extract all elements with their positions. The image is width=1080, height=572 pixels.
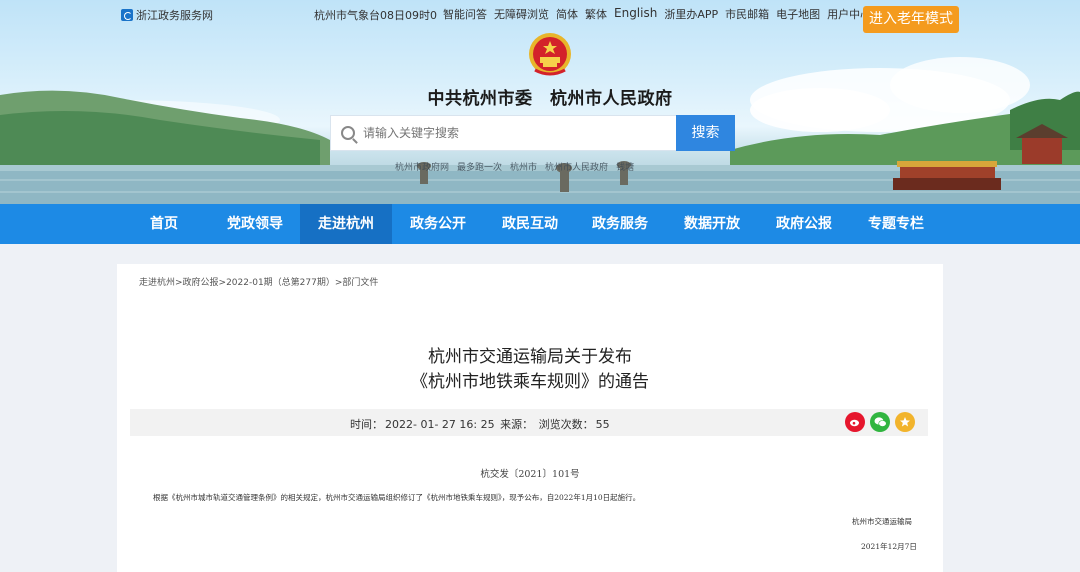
time-value: 2022- 01- 27 16: 25	[385, 418, 495, 431]
source-label: 来源：	[500, 418, 534, 431]
top-link-map[interactable]: 电子地图	[776, 6, 820, 22]
signing-organization: 杭州市交通运输局	[852, 517, 912, 526]
nav-gov-gazette[interactable]: 政府公报	[760, 204, 848, 244]
search-input[interactable]	[363, 126, 653, 140]
share-wechat-icon[interactable]	[870, 412, 890, 432]
hot-word[interactable]: 杭州市政府网	[395, 160, 449, 173]
national-emblem-icon	[529, 33, 571, 76]
views-value: 55	[595, 418, 610, 431]
elder-mode-button[interactable]: 进入老年模式	[863, 6, 959, 33]
top-link-traditional[interactable]: 繁体	[585, 6, 607, 22]
favorite-star-icon[interactable]	[895, 412, 915, 432]
top-link-mail[interactable]: 市民邮箱	[725, 6, 769, 22]
breadcrumb[interactable]: 走进杭州>政府公报>2022-01期（总第277期）>部门文件	[139, 275, 378, 288]
nav-gov-disclosure[interactable]: 政务公开	[394, 204, 482, 244]
zhejiang-logo-icon	[121, 9, 133, 21]
time-label: 时间：	[350, 418, 383, 431]
hot-word[interactable]: 钱塘	[616, 160, 634, 173]
article-body: 根据《杭州市城市轨道交通管理条例》的相关规定，杭州市交通运输局组织修订了《杭州市…	[153, 493, 641, 502]
top-link-accessibility[interactable]: 无障碍浏览	[494, 6, 549, 22]
document-number: 杭交发〔2021〕101号	[480, 469, 580, 480]
search-box	[330, 115, 677, 151]
government-title: 中共杭州市委 杭州市人民政府	[427, 89, 673, 109]
hot-word[interactable]: 最多跑一次	[457, 160, 502, 173]
top-link-simplified[interactable]: 简体	[556, 6, 578, 22]
views-label: 浏览次数：	[538, 418, 594, 431]
search-icon	[341, 126, 355, 140]
weather-ticker[interactable]: 杭州市气象台08日09时0	[314, 7, 438, 23]
hot-word[interactable]: 杭州市	[510, 160, 537, 173]
article-title-line1: 杭州市交通运输局关于发布	[428, 347, 632, 367]
nav-open-data[interactable]: 数据开放	[668, 204, 756, 244]
zhejiang-service-link[interactable]: 浙江政务服务网	[121, 7, 213, 23]
nav-home[interactable]: 首页	[126, 204, 202, 244]
top-links: 智能问答 无障碍浏览 简体 繁体 English 浙里办APP 市民邮箱 电子地…	[443, 6, 878, 22]
nav-gov-services[interactable]: 政务服务	[576, 204, 664, 244]
site-link-label: 浙江政务服务网	[136, 9, 213, 22]
search-button[interactable]: 搜索	[676, 115, 735, 151]
nav-about-hangzhou[interactable]: 走进杭州	[300, 204, 392, 244]
article-meta-info: 时间： 2022- 01- 27 16: 25 来源： 浏览次数： 55	[350, 416, 612, 432]
nav-special-topics[interactable]: 专题专栏	[852, 204, 940, 244]
nav-party-leadership[interactable]: 党政领导	[212, 204, 298, 244]
search-bar: 搜索	[330, 115, 735, 151]
hot-word[interactable]: 杭州市人民政府	[545, 160, 608, 173]
top-link-english[interactable]: English	[614, 6, 657, 22]
top-link-qa[interactable]: 智能问答	[443, 6, 487, 22]
nav-interaction[interactable]: 政民互动	[486, 204, 574, 244]
main-nav: 首页 党政领导 走进杭州 政务公开 政民互动 政务服务 数据开放 政府公报 专题…	[0, 204, 1080, 244]
article-title-line2: 《杭州市地铁乘车规则》的通告	[411, 372, 649, 392]
article-meta-bar: 时间： 2022- 01- 27 16: 25 来源： 浏览次数： 55	[130, 409, 928, 436]
article-card: 走进杭州>政府公报>2022-01期（总第277期）>部门文件 杭州市交通运输局…	[117, 264, 943, 572]
header-banner: 浙江政务服务网 杭州市气象台08日09时0 智能问答 无障碍浏览 简体 繁体 E…	[0, 0, 1080, 204]
signing-date: 2021年12月7日	[861, 542, 917, 551]
share-weibo-icon[interactable]	[845, 412, 865, 432]
top-link-app[interactable]: 浙里办APP	[664, 6, 718, 22]
hot-words: 杭州市政府网 最多跑一次 杭州市 杭州市人民政府 钱塘	[395, 160, 634, 173]
